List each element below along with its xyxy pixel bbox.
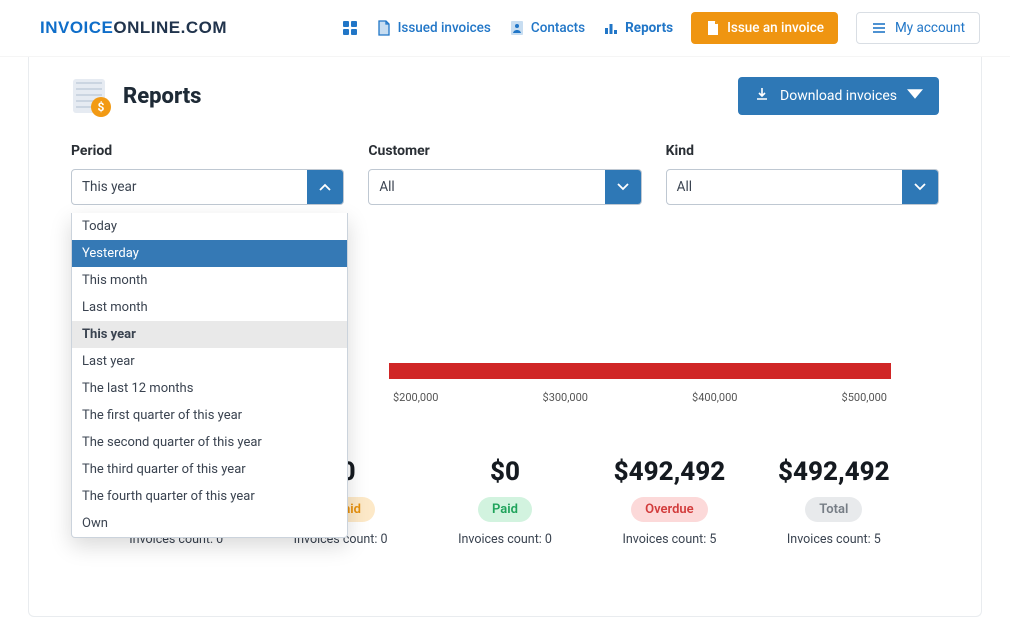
period-option[interactable]: The fourth quarter of this year: [72, 483, 347, 510]
issue-invoice-label: Issue an invoice: [727, 20, 824, 36]
kind-select[interactable]: All: [666, 169, 939, 205]
filter-customer: Customer All: [368, 143, 641, 205]
page-container: $ Reports Download invoices Period This …: [28, 57, 982, 617]
period-select-value: This year: [72, 170, 307, 204]
period-option[interactable]: The third quarter of this year: [72, 456, 347, 483]
new-file-icon: [705, 20, 721, 36]
chart-tick: $200,000: [393, 391, 438, 404]
period-option[interactable]: This month: [72, 267, 347, 294]
caret-down-icon: [907, 86, 923, 106]
filter-kind: Kind All: [666, 143, 939, 205]
chevron-down-icon: [902, 170, 938, 204]
period-option[interactable]: Last month: [72, 294, 347, 321]
chart-area: $200,000 $300,000 $400,000 $500,000: [389, 363, 891, 404]
brand-part1: INVOICE: [40, 18, 113, 37]
period-select[interactable]: This year: [71, 169, 344, 205]
filter-customer-label: Customer: [368, 143, 641, 159]
nav-contacts[interactable]: Contacts: [509, 20, 585, 36]
summary-count: Invoices count: 0: [428, 532, 582, 547]
filter-kind-label: Kind: [666, 143, 939, 159]
top-navbar: INVOICEONLINE.COM Issued invoices Contac…: [0, 0, 1010, 57]
period-option[interactable]: Last year: [72, 348, 347, 375]
chart-icon: [603, 20, 619, 36]
download-icon: [754, 86, 770, 106]
kind-select-value: All: [667, 170, 902, 204]
summary-badge: Overdue: [631, 497, 708, 522]
period-option[interactable]: The first quarter of this year: [72, 402, 347, 429]
download-invoices-button[interactable]: Download invoices: [738, 77, 939, 115]
chart-x-axis: $200,000 $300,000 $400,000 $500,000: [389, 391, 891, 404]
chevron-up-icon: [307, 170, 343, 204]
summary-amount: $0: [428, 457, 582, 487]
dashboard-icon[interactable]: [342, 20, 358, 36]
summary-card: $492,492 Overdue Invoices count: 5: [592, 457, 746, 547]
reports-page-icon: $: [71, 77, 109, 115]
summary-count: Invoices count: 5: [757, 532, 911, 547]
period-option[interactable]: Own: [72, 510, 347, 537]
contact-icon: [509, 20, 525, 36]
nav-reports[interactable]: Reports: [603, 20, 673, 36]
nav-links: Issued invoices Contacts Reports Issue a…: [342, 12, 980, 44]
chevron-down-icon: [605, 170, 641, 204]
nav-issued-label: Issued invoices: [398, 20, 491, 36]
summary-card: $492,492 Total Invoices count: 5: [757, 457, 911, 547]
period-dropdown[interactable]: TodayYesterdayThis monthLast monthThis y…: [71, 213, 348, 538]
summary-badge: Total: [805, 497, 862, 522]
issue-invoice-button[interactable]: Issue an invoice: [691, 12, 838, 44]
nav-issued-invoices[interactable]: Issued invoices: [376, 20, 491, 36]
my-account-button[interactable]: My account: [856, 12, 980, 44]
filters-row: Period This year TodayYesterdayThis mont…: [71, 143, 939, 205]
period-option[interactable]: The last 12 months: [72, 375, 347, 402]
chart-tick: $400,000: [692, 391, 737, 404]
title-row: $ Reports Download invoices: [71, 77, 939, 115]
nav-reports-label: Reports: [625, 20, 673, 36]
summary-amount: $492,492: [757, 457, 911, 487]
menu-icon: [871, 20, 887, 36]
period-option[interactable]: This year: [72, 321, 347, 348]
my-account-label: My account: [895, 20, 965, 36]
period-option[interactable]: Yesterday: [72, 240, 347, 267]
customer-select[interactable]: All: [368, 169, 641, 205]
filter-period-label: Period: [71, 143, 344, 159]
summary-badge: Paid: [478, 497, 532, 522]
chart-tick: $300,000: [543, 391, 588, 404]
chart-tick: $500,000: [842, 391, 887, 404]
brand-logo[interactable]: INVOICEONLINE.COM: [40, 18, 227, 38]
period-option[interactable]: The second quarter of this year: [72, 429, 347, 456]
summary-amount: $492,492: [592, 457, 746, 487]
filter-period: Period This year TodayYesterdayThis mont…: [71, 143, 344, 205]
download-invoices-label: Download invoices: [780, 88, 897, 104]
brand-part2: ONLINE.COM: [113, 18, 227, 37]
file-icon: [376, 20, 392, 36]
page-title: Reports: [123, 84, 201, 109]
customer-select-value: All: [369, 170, 604, 204]
chart-bar-overdue: [389, 363, 891, 379]
nav-contacts-label: Contacts: [531, 20, 585, 36]
period-option[interactable]: Today: [72, 213, 347, 240]
summary-card: $0 Paid Invoices count: 0: [428, 457, 582, 547]
summary-count: Invoices count: 5: [592, 532, 746, 547]
